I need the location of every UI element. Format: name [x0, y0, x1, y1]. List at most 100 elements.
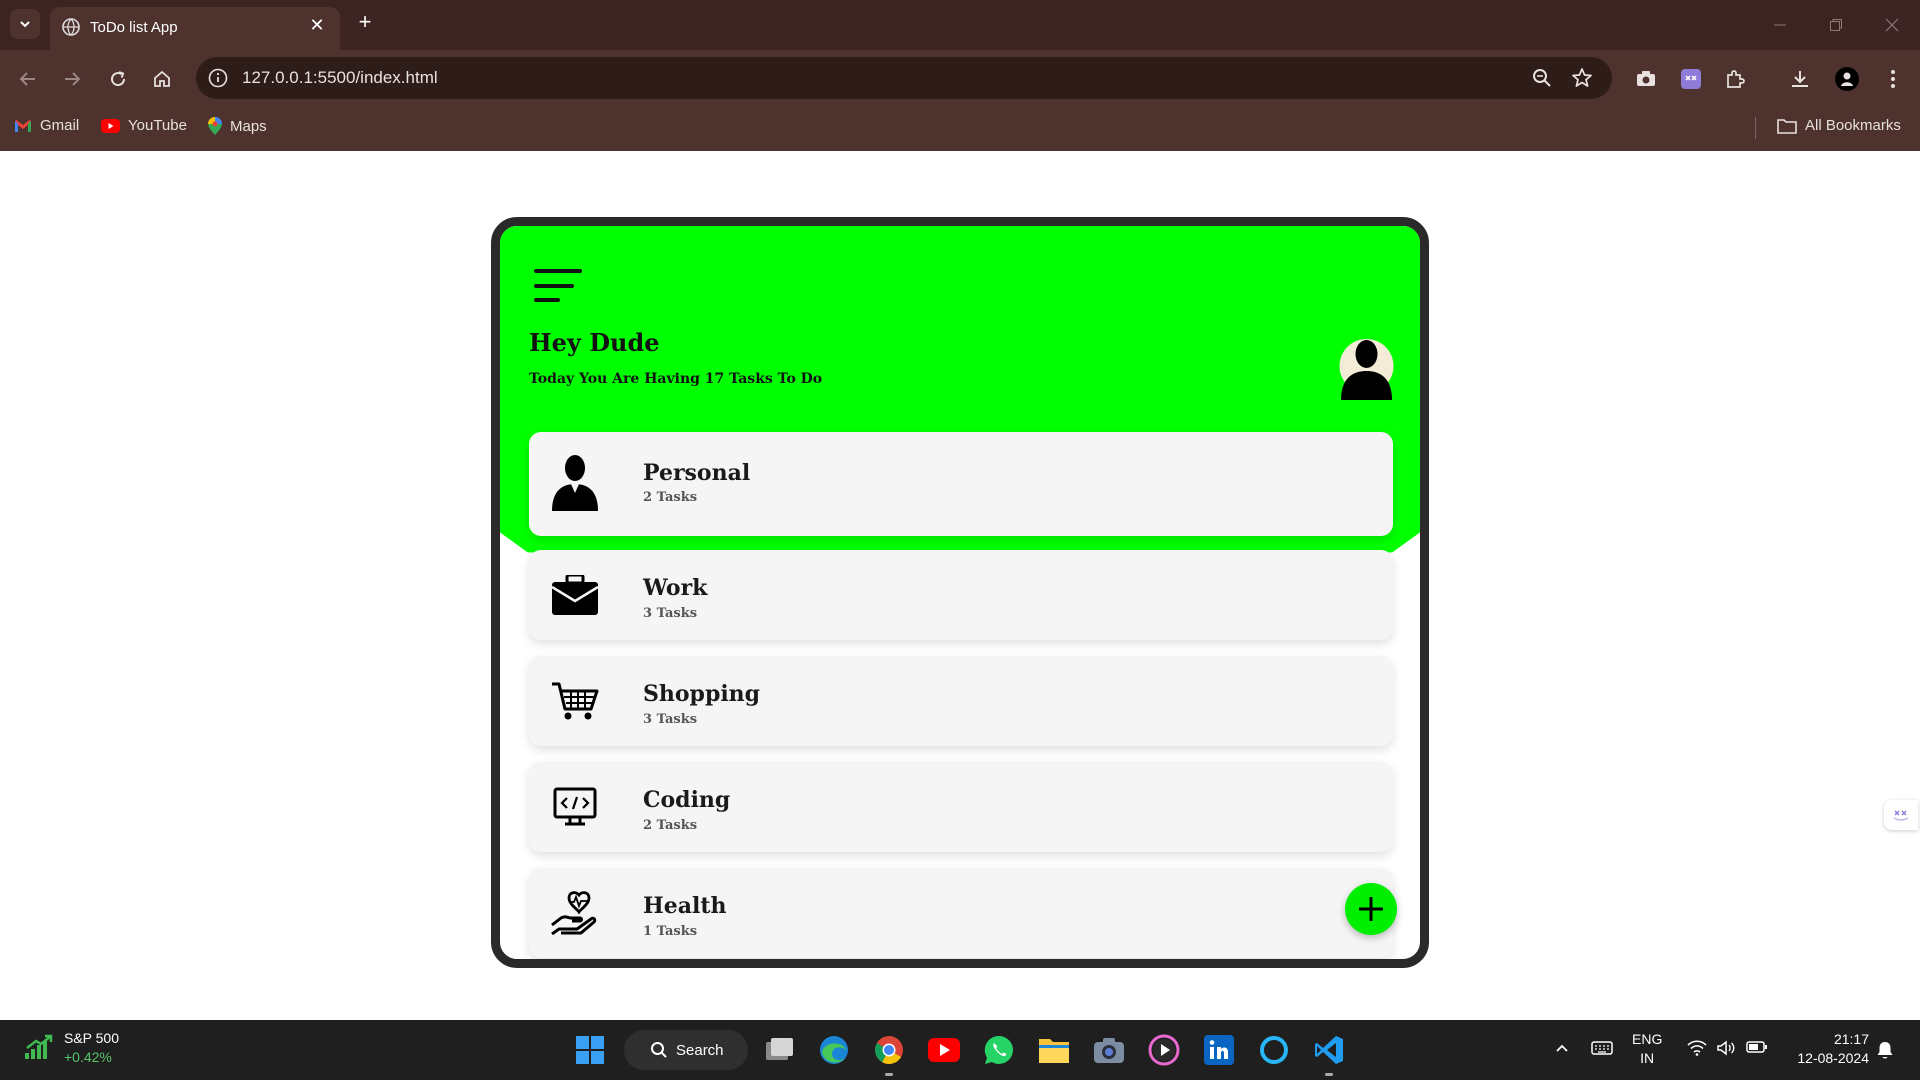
youtube-icon: [101, 118, 120, 133]
forward-button[interactable]: [57, 64, 87, 94]
category-card-health[interactable]: Health 1 Tasks: [529, 868, 1393, 958]
category-card-work[interactable]: Work 3 Tasks: [529, 550, 1393, 640]
category-name: Personal: [643, 460, 751, 486]
tab-close-button[interactable]: ✕: [306, 15, 328, 36]
category-name: Shopping: [643, 681, 761, 707]
stock-widget[interactable]: S&P 500 +0.42%: [24, 1029, 119, 1067]
back-button[interactable]: [13, 64, 43, 94]
bookmark-maps[interactable]: Maps: [208, 117, 267, 135]
more-vertical-icon: [1891, 70, 1895, 88]
browser-tab[interactable]: ToDo list App ✕: [50, 7, 340, 50]
taskbar-youtube[interactable]: [926, 1032, 962, 1068]
stock-chart-icon: [25, 1034, 53, 1059]
home-button[interactable]: [147, 64, 177, 94]
category-card-shopping[interactable]: Shopping 3 Tasks: [529, 656, 1393, 746]
url-text: 127.0.0.1:5500/index.html: [242, 68, 438, 87]
close-icon: [1885, 18, 1899, 32]
start-button[interactable]: [572, 1032, 608, 1068]
person-icon: [551, 455, 599, 511]
chevron-down-icon: [20, 21, 30, 28]
site-info-icon[interactable]: [206, 66, 230, 90]
taskbar-camera[interactable]: [1091, 1032, 1127, 1068]
address-bar[interactable]: 127.0.0.1:5500/index.html: [196, 57, 1612, 99]
category-name: Work: [643, 575, 708, 601]
youtube-icon: [928, 1038, 960, 1062]
cortana-icon: [1260, 1036, 1288, 1064]
puzzle-icon: [1727, 70, 1745, 88]
language-indicator[interactable]: ENG IN: [1632, 1030, 1662, 1068]
profile-button[interactable]: [1834, 66, 1860, 92]
bookmark-label: Maps: [230, 117, 267, 135]
browser-toolbar: 127.0.0.1:5500/index.html: [0, 50, 1920, 107]
bookmark-label: YouTube: [128, 117, 187, 134]
category-name: Health: [643, 893, 727, 919]
windows-taskbar: S&P 500 +0.42% Search ENG IN 21:17 12-08…: [0, 1020, 1920, 1080]
taskbar-whatsapp[interactable]: [981, 1032, 1017, 1068]
new-tab-button[interactable]: +: [352, 10, 378, 36]
restore-button[interactable]: [1808, 0, 1864, 50]
battery-button[interactable]: [1745, 1040, 1769, 1054]
download-icon: [1792, 71, 1808, 87]
bookmark-gmail[interactable]: Gmail: [14, 117, 79, 134]
code-monitor-icon: [551, 783, 599, 831]
taskbar-chrome[interactable]: [871, 1032, 907, 1068]
user-avatar-icon[interactable]: [1339, 332, 1394, 400]
taskbar-search[interactable]: Search: [624, 1030, 748, 1070]
heart-hand-icon: [551, 889, 599, 937]
hamburger-menu-icon[interactable]: [534, 269, 582, 303]
all-bookmarks-button[interactable]: All Bookmarks: [1777, 117, 1901, 134]
taskbar-cortana[interactable]: [1256, 1032, 1292, 1068]
bell-icon: [1877, 1042, 1893, 1059]
bookmark-youtube[interactable]: YouTube: [101, 117, 187, 134]
chevron-up-icon: [1556, 1044, 1568, 1052]
wifi-icon: [1687, 1040, 1707, 1056]
side-extension-widget[interactable]: [1884, 800, 1918, 830]
extension-app-button[interactable]: [1678, 66, 1704, 92]
tab-title: ToDo list App: [90, 19, 178, 36]
profile-avatar-icon: [1835, 67, 1859, 91]
chrome-menu-button[interactable]: [1880, 66, 1906, 92]
taskbar-media-player[interactable]: [1146, 1032, 1182, 1068]
restore-icon: [1830, 19, 1842, 31]
screenshot-extension-button[interactable]: [1633, 66, 1659, 92]
zoom-icon[interactable]: [1530, 66, 1554, 90]
close-window-button[interactable]: [1864, 0, 1920, 50]
greeting-title: Hey Dude: [529, 328, 660, 357]
show-hidden-icons-button[interactable]: [1552, 1040, 1572, 1056]
network-button[interactable]: [1685, 1040, 1709, 1056]
keyboard-icon: [1591, 1041, 1613, 1055]
bookmarks-separator: [1755, 117, 1756, 139]
all-bookmarks-label: All Bookmarks: [1805, 117, 1901, 134]
vscode-icon: [1315, 1036, 1343, 1064]
whatsapp-icon: [984, 1035, 1013, 1064]
volume-button[interactable]: [1714, 1040, 1738, 1056]
arrow-left-icon: [19, 72, 35, 86]
extension-app-icon: [1893, 810, 1909, 821]
taskbar-file-explorer[interactable]: [1036, 1032, 1072, 1068]
clock-date: 12-08-2024: [1797, 1050, 1869, 1066]
home-icon: [154, 70, 170, 87]
battery-icon: [1746, 1041, 1767, 1053]
extensions-button[interactable]: [1722, 66, 1748, 92]
notifications-button[interactable]: [1874, 1040, 1896, 1060]
system-clock[interactable]: 21:17 12-08-2024: [1783, 1030, 1869, 1068]
minimize-button[interactable]: [1752, 0, 1808, 50]
add-task-button[interactable]: [1345, 883, 1397, 935]
taskbar-linkedin[interactable]: [1201, 1032, 1237, 1068]
keyboard-tray-button[interactable]: [1590, 1040, 1614, 1056]
category-task-count: 3 Tasks: [643, 606, 698, 621]
reload-button[interactable]: [103, 64, 133, 94]
edge-icon: [820, 1036, 848, 1064]
task-view-button[interactable]: [762, 1032, 798, 1068]
taskbar-edge[interactable]: [816, 1032, 852, 1068]
bookmark-label: Gmail: [40, 117, 80, 134]
taskbar-vscode[interactable]: [1311, 1032, 1347, 1068]
globe-icon: [62, 18, 80, 36]
tab-search-button[interactable]: [10, 9, 40, 39]
gmail-icon: [15, 119, 31, 132]
category-card-personal[interactable]: Personal 2 Tasks: [529, 432, 1393, 536]
category-card-coding[interactable]: Coding 2 Tasks: [529, 762, 1393, 852]
bookmark-star-icon[interactable]: [1570, 66, 1594, 90]
search-label: Search: [676, 1041, 724, 1059]
downloads-button[interactable]: [1787, 66, 1813, 92]
